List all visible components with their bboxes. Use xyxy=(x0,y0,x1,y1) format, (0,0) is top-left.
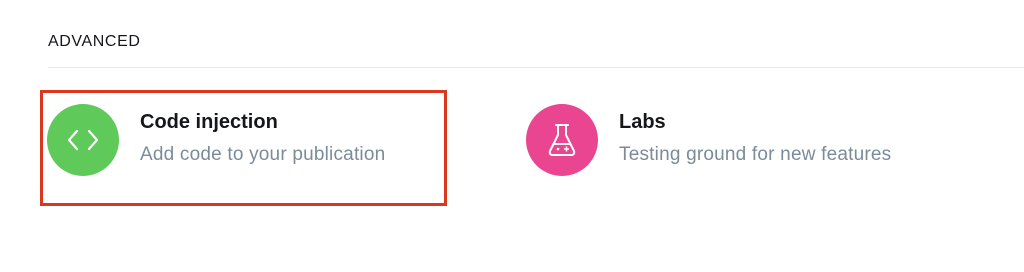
labs-icon-circle xyxy=(526,104,598,176)
flask-icon xyxy=(548,124,576,156)
labs-text: Labs Testing ground for new features xyxy=(619,111,892,167)
code-injection-text: Code injection Add code to your publicat… xyxy=(140,111,386,167)
section-title: ADVANCED xyxy=(48,33,141,50)
settings-page: ADVANCED Code injection Add code to your… xyxy=(0,0,1024,272)
code-injection-item[interactable]: Code injection Add code to your publicat… xyxy=(47,104,385,176)
code-injection-description: Add code to your publication xyxy=(140,143,386,165)
section-divider xyxy=(48,67,1024,68)
labs-description: Testing ground for new features xyxy=(619,143,892,165)
code-injection-title: Code injection xyxy=(140,110,278,133)
code-icon xyxy=(67,129,99,151)
labs-title: Labs xyxy=(619,110,666,133)
labs-item[interactable]: Labs Testing ground for new features xyxy=(526,104,891,176)
code-injection-icon-circle xyxy=(47,104,119,176)
